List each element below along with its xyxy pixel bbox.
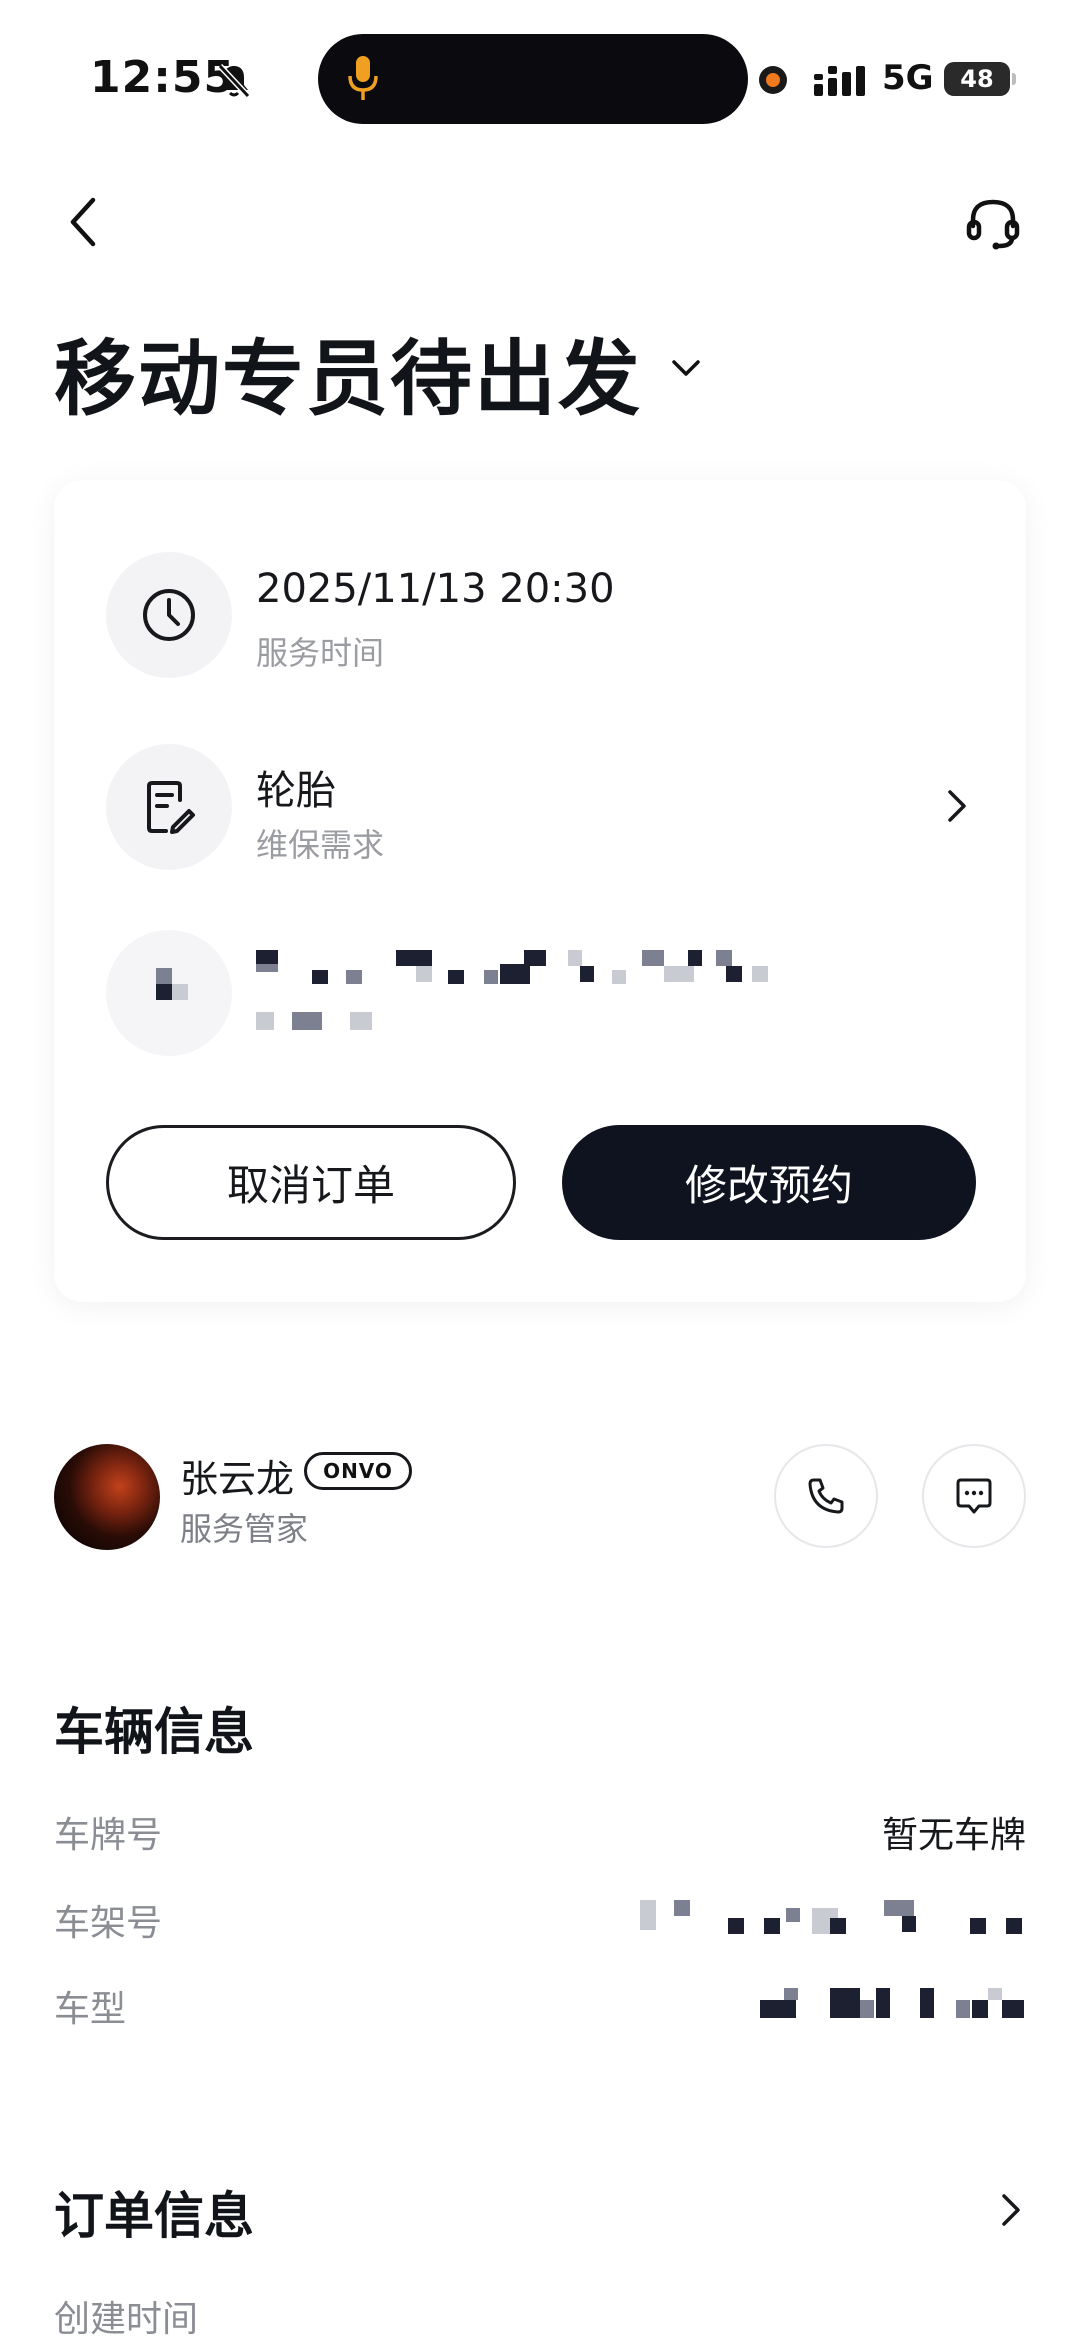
message-button[interactable] [922, 1444, 1026, 1548]
vehicle-section-title: 车辆信息 [54, 1703, 254, 1761]
vin-value-redacted [640, 1900, 1026, 1936]
headset-icon [966, 199, 1020, 250]
customer-support-button[interactable] [958, 192, 1028, 256]
avatar[interactable] [54, 1444, 160, 1550]
chevron-right-icon [996, 2190, 1026, 2230]
back-button[interactable] [56, 192, 110, 252]
maintenance-label: 维保需求 [256, 826, 385, 864]
network-label: 5G [882, 58, 934, 98]
brand-badge: ONVO [304, 1452, 412, 1490]
chevron-down-icon[interactable] [668, 350, 704, 386]
service-time-value: 2025/11/13 20:30 [256, 566, 615, 612]
chevron-left-icon [70, 197, 96, 247]
advisor-role: 服务管家 [180, 1510, 309, 1548]
cancel-order-button[interactable]: 取消订单 [106, 1125, 516, 1240]
clock-icon [106, 552, 232, 678]
redacted-icon [106, 930, 232, 1056]
recording-dot-icon [759, 66, 787, 94]
call-button[interactable] [774, 1444, 878, 1548]
model-label: 车型 [54, 1989, 127, 2030]
chevron-right-icon [942, 786, 972, 826]
order-section-title: 订单信息 [54, 2187, 254, 2245]
redacted-text [256, 950, 786, 990]
vin-label: 车架号 [54, 1903, 163, 1944]
dynamic-island [318, 34, 748, 124]
battery-indicator: 48 [944, 62, 1016, 96]
plate-label: 车牌号 [54, 1815, 163, 1856]
message-icon [956, 1478, 992, 1514]
microphone-icon [346, 54, 380, 104]
created-time-label: 创建时间 [54, 2299, 199, 2340]
order-section-header[interactable]: 订单信息 [54, 2176, 1026, 2246]
redacted-subtext [256, 1012, 396, 1034]
model-value-redacted [760, 1988, 1026, 2024]
phone-icon [808, 1478, 844, 1514]
maintenance-value: 轮胎 [256, 768, 336, 814]
note-edit-icon [106, 744, 232, 870]
page-title: 移动专员待出发 [54, 332, 643, 427]
bell-muted-icon [214, 60, 254, 100]
plate-value: 暂无车牌 [881, 1815, 1026, 1856]
signal-icon [814, 64, 872, 98]
advisor-name: 张云龙 [180, 1457, 295, 1501]
maintenance-row[interactable]: 轮胎 维保需求 [106, 744, 1006, 870]
modify-appointment-button[interactable]: 修改预约 [562, 1125, 976, 1240]
service-time-label: 服务时间 [256, 634, 385, 672]
